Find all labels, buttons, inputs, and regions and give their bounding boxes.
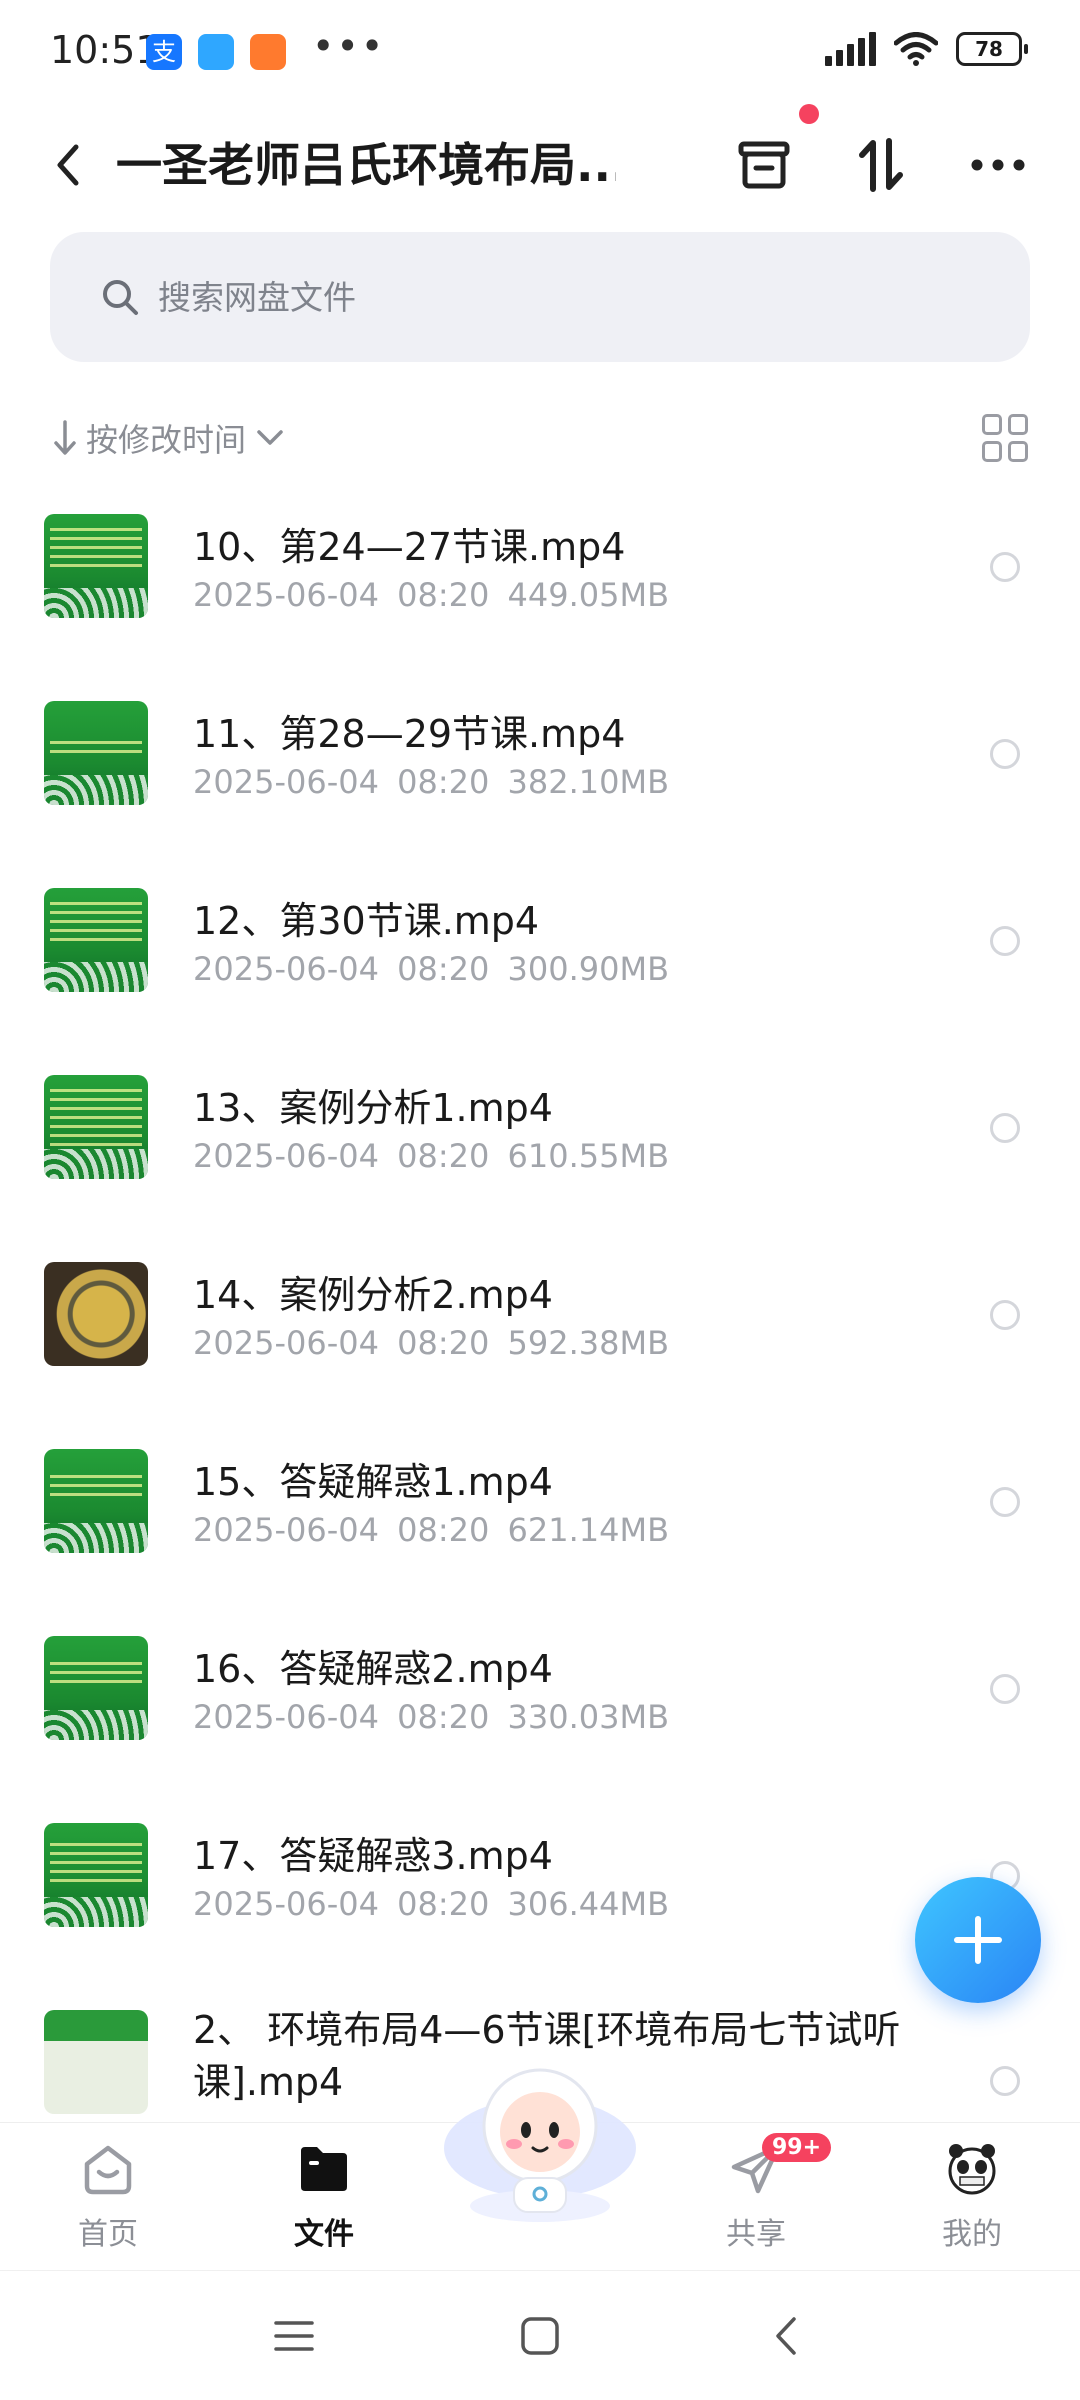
app-notification-icon	[198, 34, 234, 70]
menu-icon	[274, 2321, 314, 2351]
file-row[interactable]: 12、第30节课.mp4 2025-06-04 08:20 300.90MB	[0, 844, 1080, 1031]
wifi-icon	[894, 32, 938, 66]
nav-me[interactable]: 我的	[892, 2137, 1052, 2253]
file-name: 16、答疑解惑2.mp4	[193, 1647, 553, 1691]
video-thumbnail	[44, 1823, 148, 1927]
nav-home[interactable]: 首页	[28, 2137, 188, 2253]
video-thumbnail	[44, 1636, 148, 1740]
file-meta: 2025-06-04 08:20 610.55MB	[193, 1137, 670, 1175]
more-dots-icon	[971, 159, 1025, 171]
file-row[interactable]: 13、案例分析1.mp4 2025-06-04 08:20 610.55MB	[0, 1031, 1080, 1218]
sort-label: 按修改时间	[86, 421, 247, 459]
file-name: 17、答疑解惑3.mp4	[193, 1834, 553, 1878]
assistant-mascot-button[interactable]	[440, 2056, 640, 2226]
back-button[interactable]	[40, 132, 96, 198]
select-radio[interactable]	[990, 1487, 1020, 1517]
select-radio[interactable]	[990, 1300, 1020, 1330]
nav-home-label: 首页	[78, 2217, 138, 2252]
video-thumbnail	[44, 1262, 148, 1366]
top-bar: 一圣老师吕氏环境布局...	[0, 110, 1080, 220]
grid-view-toggle[interactable]	[982, 414, 1030, 462]
video-thumbnail	[44, 514, 148, 618]
video-thumbnail	[44, 1075, 148, 1179]
sort-arrows-icon	[859, 138, 903, 192]
video-thumbnail	[44, 888, 148, 992]
more-notifications-icon: •••	[312, 24, 386, 68]
more-options-button[interactable]	[965, 132, 1031, 198]
video-thumbnail	[44, 1449, 148, 1553]
chevron-left-icon	[776, 2317, 796, 2355]
file-meta: 2025-06-04 08:20 449.05MB	[193, 576, 670, 614]
transfer-list-button[interactable]	[731, 132, 797, 198]
file-meta: 2025-06-04 08:20 300.90MB	[193, 950, 670, 988]
status-time: 10:51	[50, 28, 160, 72]
nav-files[interactable]: 文件	[244, 2137, 404, 2253]
file-meta: 2025-06-04 08:20 382.10MB	[193, 763, 670, 801]
select-radio[interactable]	[990, 1674, 1020, 1704]
file-meta: 2025-06-04 08:20 592.38MB	[193, 1324, 670, 1362]
file-row[interactable]: 16、答疑解惑2.mp4 2025-06-04 08:20 330.03MB	[0, 1592, 1080, 1779]
file-list: 10、第24—27节课.mp4 2025-06-04 08:20 449.05M…	[0, 470, 1080, 2153]
home-icon	[76, 2137, 140, 2201]
select-radio[interactable]	[990, 2066, 1020, 2096]
panda-avatar-icon	[940, 2137, 1004, 2201]
sort-selector[interactable]: 按修改时间	[54, 410, 284, 466]
chevron-down-icon	[257, 430, 283, 445]
square-icon	[521, 2317, 559, 2355]
search-icon	[100, 277, 140, 317]
share-badge: 99+	[762, 2133, 832, 2162]
archive-box-icon	[738, 141, 790, 189]
file-name: 12、第30节课.mp4	[193, 899, 540, 943]
file-row[interactable]: 14、案例分析2.mp4 2025-06-04 08:20 592.38MB	[0, 1218, 1080, 1405]
file-row[interactable]: 10、第24—27节课.mp4 2025-06-04 08:20 449.05M…	[0, 470, 1080, 657]
file-name: 14、案例分析2.mp4	[193, 1273, 553, 1317]
nav-me-label: 我的	[942, 2217, 1002, 2252]
file-name: 15、答疑解惑1.mp4	[193, 1460, 553, 1504]
file-row[interactable]: 11、第28—29节课.mp4 2025-06-04 08:20 382.10M…	[0, 657, 1080, 844]
select-radio[interactable]	[990, 739, 1020, 769]
nav-files-label: 文件	[294, 2217, 354, 2252]
sort-order-button[interactable]	[848, 132, 914, 198]
page-title: 一圣老师吕氏环境布局...	[116, 138, 616, 192]
chevron-left-icon	[57, 144, 79, 186]
alipay-app-icon: 支	[146, 34, 182, 70]
shopping-app-icon	[250, 34, 286, 70]
select-radio[interactable]	[990, 926, 1020, 956]
upload-fab-button[interactable]	[915, 1877, 1041, 2003]
nav-share[interactable]: 99+ 共享	[676, 2133, 836, 2253]
system-nav-bar	[0, 2270, 1080, 2400]
arrow-down-icon	[54, 420, 76, 455]
file-meta: 2025-06-04 08:20 306.44MB	[193, 1885, 670, 1923]
file-name: 11、第28—29节课.mp4	[193, 712, 626, 756]
video-thumbnail	[44, 2010, 148, 2114]
folder-icon	[292, 2137, 356, 2201]
system-back-button[interactable]	[756, 2311, 816, 2361]
status-bar: 10:51 支 ••• 78	[0, 0, 1080, 110]
search-bar[interactable]	[50, 232, 1030, 362]
signal-icon	[825, 32, 876, 66]
battery-indicator: 78	[956, 32, 1028, 66]
menu-button[interactable]	[264, 2311, 324, 2361]
file-name: 10、第24—27节课.mp4	[193, 525, 626, 569]
file-row[interactable]: 15、答疑解惑1.mp4 2025-06-04 08:20 621.14MB	[0, 1405, 1080, 1592]
video-thumbnail	[44, 701, 148, 805]
notification-dot	[799, 104, 819, 124]
file-meta: 2025-06-04 08:20 621.14MB	[193, 1511, 670, 1549]
grid-icon	[982, 414, 1002, 435]
select-radio[interactable]	[990, 1113, 1020, 1143]
file-meta: 2025-06-04 08:20 330.03MB	[193, 1698, 670, 1736]
home-button[interactable]	[510, 2311, 570, 2361]
select-radio[interactable]	[990, 552, 1020, 582]
plus-icon	[954, 1916, 1002, 1964]
search-input[interactable]	[158, 277, 958, 317]
file-name: 13、案例分析1.mp4	[193, 1086, 553, 1130]
nav-share-label: 共享	[726, 2217, 786, 2252]
